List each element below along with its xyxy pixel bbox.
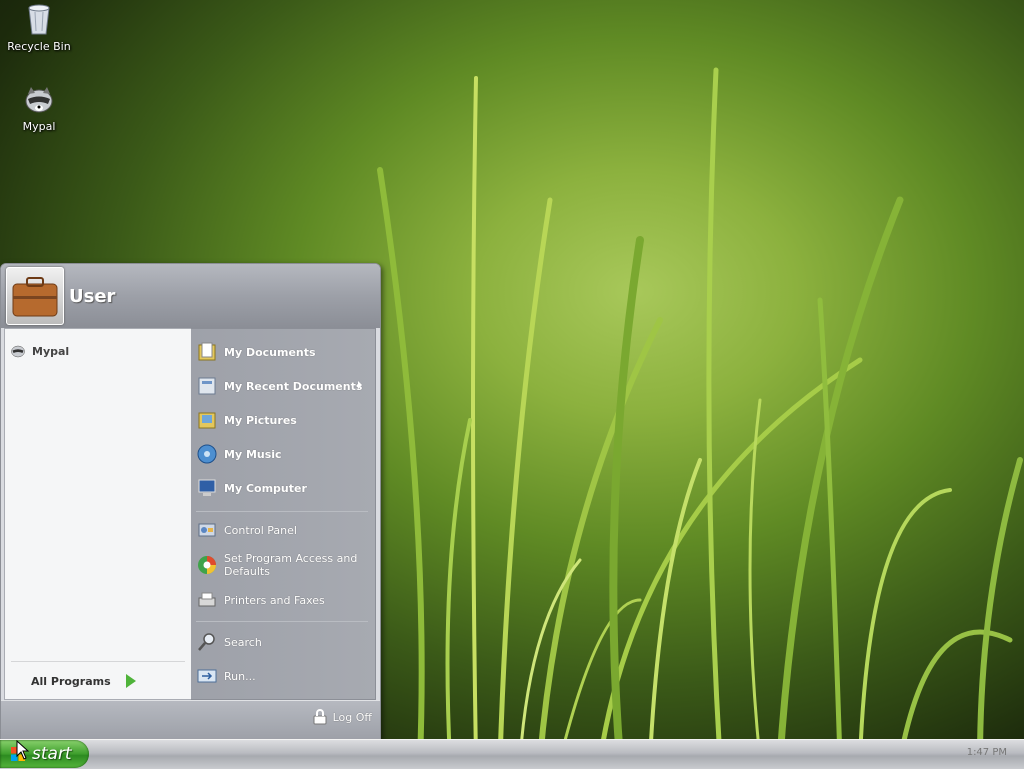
run-icon bbox=[197, 669, 217, 683]
documents-folder-icon bbox=[198, 342, 216, 361]
menu-item-label: Set Program Access and Defaults bbox=[224, 552, 358, 578]
menu-item-my-pictures[interactable]: My Pictures bbox=[196, 405, 368, 435]
program-access-icon bbox=[198, 556, 216, 574]
menu-item-label: My Documents bbox=[224, 345, 316, 359]
all-programs-label: All Programs bbox=[31, 674, 111, 688]
lock-icon bbox=[313, 709, 327, 725]
printer-icon bbox=[198, 592, 216, 607]
search-icon bbox=[198, 633, 215, 651]
menu-item-my-computer[interactable]: My Computer bbox=[196, 473, 368, 503]
menu-item-set-program-access[interactable]: Set Program Access and Defaults bbox=[196, 547, 368, 583]
divider bbox=[11, 661, 185, 662]
start-menu: User Mypal All Programs My Documents My … bbox=[0, 263, 381, 741]
menu-item-label: My Computer bbox=[224, 481, 307, 495]
menu-item-label: Printers and Faxes bbox=[224, 593, 325, 607]
menu-item-label: My Music bbox=[224, 447, 282, 461]
menu-item-control-panel[interactable]: Control Panel bbox=[196, 515, 368, 545]
divider bbox=[196, 621, 368, 622]
all-programs-button[interactable]: All Programs bbox=[31, 673, 137, 689]
menu-item-printers-and-faxes[interactable]: Printers and Faxes bbox=[196, 585, 368, 615]
menu-item-search[interactable]: Search bbox=[196, 627, 368, 657]
pinned-item-label: Mypal bbox=[32, 344, 70, 358]
desktop-icon-recycle-bin[interactable]: Recycle Bin bbox=[0, 2, 78, 53]
desktop-icon-label: Mypal bbox=[22, 120, 56, 133]
pictures-folder-icon bbox=[198, 412, 216, 429]
raccoon-icon bbox=[25, 87, 53, 113]
menu-item-label: Search bbox=[224, 635, 262, 649]
computer-icon bbox=[198, 479, 216, 496]
control-panel-icon bbox=[198, 523, 216, 537]
mouse-cursor-icon bbox=[16, 740, 30, 760]
menu-item-label: My Pictures bbox=[224, 413, 297, 427]
menu-item-label: My Recent Documents bbox=[224, 379, 363, 393]
music-folder-icon bbox=[197, 444, 217, 464]
submenu-arrow-icon bbox=[358, 381, 362, 389]
start-button[interactable]: start bbox=[0, 740, 89, 768]
briefcase-icon bbox=[12, 277, 58, 317]
recent-documents-icon bbox=[198, 377, 216, 395]
log-off-button[interactable]: Log Off bbox=[313, 709, 372, 725]
user-name: User bbox=[69, 286, 116, 307]
menu-item-run[interactable]: Run... bbox=[196, 661, 368, 691]
menu-item-label: Control Panel bbox=[224, 523, 297, 537]
places-panel: My Documents My Recent Documents My Pict… bbox=[191, 328, 376, 700]
clock[interactable]: 1:47 PM bbox=[967, 747, 1007, 758]
green-arrow-icon bbox=[125, 674, 136, 688]
menu-item-label: Run... bbox=[224, 669, 256, 683]
pinned-programs-panel: Mypal All Programs bbox=[4, 328, 193, 700]
menu-item-my-documents[interactable]: My Documents bbox=[196, 337, 368, 367]
raccoon-icon bbox=[11, 345, 25, 358]
log-off-label: Log Off bbox=[332, 710, 372, 724]
divider bbox=[196, 511, 368, 512]
desktop-icon-mypal[interactable]: Mypal bbox=[0, 84, 78, 133]
pinned-item-mypal[interactable]: Mypal bbox=[10, 341, 69, 361]
avatar[interactable] bbox=[6, 267, 64, 325]
menu-item-my-recent-documents[interactable]: My Recent Documents bbox=[196, 371, 368, 401]
recycle-bin-icon bbox=[28, 4, 50, 35]
desktop-icon-label: Recycle Bin bbox=[7, 40, 71, 53]
start-label: start bbox=[32, 744, 72, 764]
taskbar: start 1:47 PM bbox=[0, 739, 1024, 769]
start-menu-header: User bbox=[1, 264, 380, 328]
start-menu-footer: Log Off bbox=[1, 700, 380, 740]
menu-item-my-music[interactable]: My Music bbox=[196, 439, 368, 469]
